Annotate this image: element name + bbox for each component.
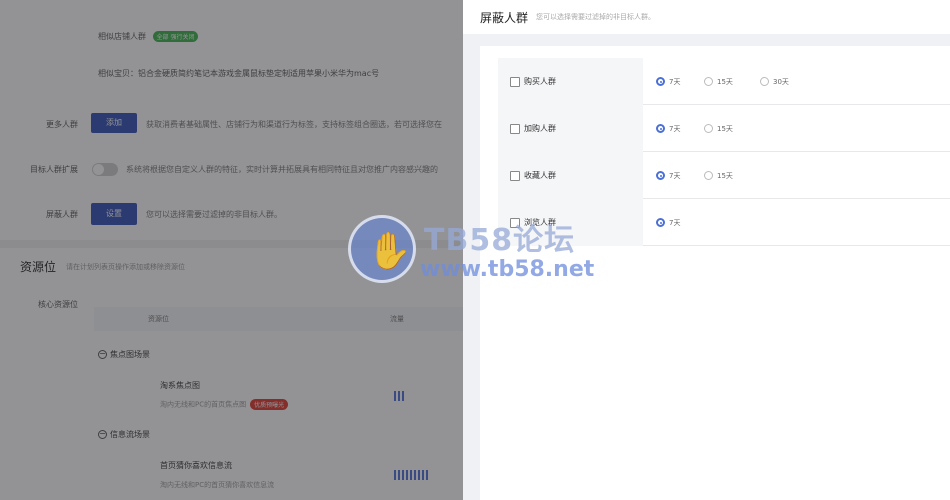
period-radio-label[interactable]: 7天 — [669, 171, 680, 181]
crowd-option-label[interactable]: 浏览人群 — [524, 217, 556, 228]
period-radio-label[interactable]: 15天 — [717, 124, 733, 134]
drawer-body: 购买人群 7天 15天 30天 加购人群 7天 15天 收藏人群 7天 15天 浏览人群 7天 — [480, 46, 950, 500]
period-radio-label[interactable]: 7天 — [669, 124, 680, 134]
period-radio-label[interactable]: 15天 — [717, 171, 733, 181]
crowd-checkbox[interactable] — [510, 77, 520, 87]
crowd-option-label[interactable]: 加购人群 — [524, 123, 556, 134]
crowd-option-cell: 加购人群 — [498, 105, 643, 152]
crowd-option-cell: 购买人群 — [498, 58, 643, 105]
crowd-checkbox[interactable] — [510, 218, 520, 228]
background-page: 相似店铺人群 全部 强行关闭 相似宝贝：铝合金硬质简约笔记本游戏金属鼠标垫定制适… — [0, 0, 463, 500]
crowd-option-label[interactable]: 购买人群 — [524, 76, 556, 87]
period-radio-label[interactable]: 7天 — [669, 77, 680, 87]
period-radio[interactable] — [704, 77, 713, 86]
crowd-option-row: 购买人群 7天 15天 30天 — [498, 58, 950, 105]
drawer-title: 屏蔽人群 — [480, 11, 529, 25]
crowd-checkbox[interactable] — [510, 171, 520, 181]
crowd-option-cell: 收藏人群 — [498, 152, 643, 199]
crowd-option-row: 加购人群 7天 15天 — [498, 105, 950, 152]
block-crowd-drawer: 屏蔽人群 您可以选择需要过滤掉的非目标人群。 购买人群 7天 15天 30天加购人群 7… — [463, 0, 950, 500]
crowd-option-cell: 浏览人群 — [498, 199, 643, 246]
period-radio[interactable] — [656, 218, 665, 227]
period-radio-label[interactable]: 7天 — [669, 218, 680, 228]
drawer-header: 屏蔽人群 您可以选择需要过滤掉的非目标人群。 — [463, 0, 950, 34]
period-radio[interactable] — [704, 171, 713, 180]
crowd-option-label[interactable]: 收藏人群 — [524, 170, 556, 181]
period-radio[interactable] — [704, 124, 713, 133]
period-radio-label[interactable]: 30天 — [773, 77, 789, 87]
period-radio[interactable] — [656, 77, 665, 86]
crowd-option-row: 收藏人群 7天 15天 — [498, 152, 950, 199]
period-radio[interactable] — [760, 77, 769, 86]
crowd-option-row: 浏览人群 7天 — [498, 199, 950, 246]
period-radio[interactable] — [656, 171, 665, 180]
crowd-checkbox[interactable] — [510, 124, 520, 134]
drawer-subtitle: 您可以选择需要过滤掉的非目标人群。 — [536, 13, 655, 21]
modal-overlay[interactable] — [0, 0, 463, 500]
period-radio[interactable] — [656, 124, 665, 133]
period-radio-label[interactable]: 15天 — [717, 77, 733, 87]
